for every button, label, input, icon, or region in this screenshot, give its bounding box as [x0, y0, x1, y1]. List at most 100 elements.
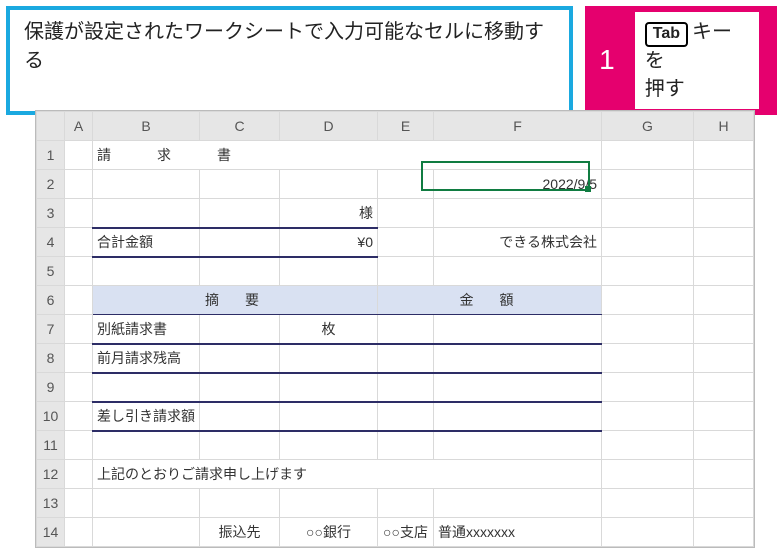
- cell-A14[interactable]: [65, 518, 93, 547]
- cell-C2[interactable]: [200, 170, 280, 199]
- cell-G4[interactable]: [602, 228, 694, 257]
- cell-H9[interactable]: [694, 373, 754, 402]
- row-header-9[interactable]: 9: [37, 373, 65, 402]
- cell-D8[interactable]: [280, 344, 378, 373]
- cell-D2[interactable]: [280, 170, 378, 199]
- cell-H4[interactable]: [694, 228, 754, 257]
- cell-A13[interactable]: [65, 489, 93, 518]
- cell-F8[interactable]: [434, 344, 602, 373]
- cell-F2-date[interactable]: 2022/9/5: [434, 170, 602, 199]
- cell-F11[interactable]: [434, 431, 602, 460]
- cell-D11[interactable]: [280, 431, 378, 460]
- cell-G14[interactable]: [602, 518, 694, 547]
- cell-G3[interactable]: [602, 199, 694, 228]
- col-header-H[interactable]: H: [694, 112, 754, 141]
- cell-A9[interactable]: [65, 373, 93, 402]
- section-header-desc[interactable]: 摘 要: [93, 286, 378, 315]
- cell-B9[interactable]: [93, 373, 200, 402]
- cell-B3[interactable]: [93, 199, 200, 228]
- cell-G8[interactable]: [602, 344, 694, 373]
- cell-D7[interactable]: 枚: [280, 315, 378, 344]
- cell-G2[interactable]: [602, 170, 694, 199]
- cell-C4[interactable]: [200, 228, 280, 257]
- col-header-E[interactable]: E: [378, 112, 434, 141]
- cell-A2[interactable]: [65, 170, 93, 199]
- cell-D3[interactable]: 様: [280, 199, 378, 228]
- cell-C14[interactable]: 振込先: [200, 518, 280, 547]
- cell-G13[interactable]: [602, 489, 694, 518]
- row-header-1[interactable]: 1: [37, 141, 65, 170]
- cell-G11[interactable]: [602, 431, 694, 460]
- cell-B13[interactable]: [93, 489, 200, 518]
- cell-F14[interactable]: 普通xxxxxxx: [434, 518, 602, 547]
- cell-H3[interactable]: [694, 199, 754, 228]
- cell-H8[interactable]: [694, 344, 754, 373]
- select-all-corner[interactable]: [37, 112, 65, 141]
- cell-E13[interactable]: [378, 489, 434, 518]
- cell-E8[interactable]: [378, 344, 434, 373]
- cell-G1[interactable]: [602, 141, 694, 170]
- col-header-B[interactable]: B: [93, 112, 200, 141]
- cell-B2[interactable]: [93, 170, 200, 199]
- row-header-14[interactable]: 14: [37, 518, 65, 547]
- cell-E9[interactable]: [378, 373, 434, 402]
- cell-title[interactable]: 請 求 書: [93, 141, 602, 170]
- row-header-3[interactable]: 3: [37, 199, 65, 228]
- cell-E7[interactable]: [378, 315, 434, 344]
- col-header-A[interactable]: A: [65, 112, 93, 141]
- cell-A4[interactable]: [65, 228, 93, 257]
- row-header-5[interactable]: 5: [37, 257, 65, 286]
- cell-A12[interactable]: [65, 460, 93, 489]
- cell-B7[interactable]: 別紙請求書: [93, 315, 200, 344]
- cell-A6[interactable]: [65, 286, 93, 315]
- cell-C13[interactable]: [200, 489, 280, 518]
- cell-D9[interactable]: [280, 373, 378, 402]
- cell-A3[interactable]: [65, 199, 93, 228]
- cell-C10[interactable]: [200, 402, 280, 431]
- col-header-D[interactable]: D: [280, 112, 378, 141]
- row-header-12[interactable]: 12: [37, 460, 65, 489]
- cell-H12[interactable]: [694, 460, 754, 489]
- cell-F10[interactable]: [434, 402, 602, 431]
- cell-C3[interactable]: [200, 199, 280, 228]
- cell-F4-company[interactable]: できる株式会社: [434, 228, 602, 257]
- cell-G10[interactable]: [602, 402, 694, 431]
- col-header-C[interactable]: C: [200, 112, 280, 141]
- cell-E10[interactable]: [378, 402, 434, 431]
- cell-A7[interactable]: [65, 315, 93, 344]
- cell-H1[interactable]: [694, 141, 754, 170]
- cell-B11[interactable]: [93, 431, 200, 460]
- worksheet[interactable]: A B C D E F G H 1 請 求 書 2 2022/9/5: [35, 110, 755, 548]
- cell-E5[interactable]: [378, 257, 434, 286]
- cell-C11[interactable]: [200, 431, 280, 460]
- cell-H6[interactable]: [694, 286, 754, 315]
- cell-B4-total-label[interactable]: 合計金額: [93, 228, 200, 257]
- cell-A11[interactable]: [65, 431, 93, 460]
- cell-H14[interactable]: [694, 518, 754, 547]
- cell-G7[interactable]: [602, 315, 694, 344]
- cell-G9[interactable]: [602, 373, 694, 402]
- cell-D10[interactable]: [280, 402, 378, 431]
- cell-C5[interactable]: [200, 257, 280, 286]
- cell-F13[interactable]: [434, 489, 602, 518]
- cell-G12[interactable]: [602, 460, 694, 489]
- cell-H2[interactable]: [694, 170, 754, 199]
- row-header-7[interactable]: 7: [37, 315, 65, 344]
- row-header-11[interactable]: 11: [37, 431, 65, 460]
- cell-B10[interactable]: 差し引き請求額: [93, 402, 200, 431]
- cell-A10[interactable]: [65, 402, 93, 431]
- cell-H13[interactable]: [694, 489, 754, 518]
- row-header-10[interactable]: 10: [37, 402, 65, 431]
- cell-C7[interactable]: [200, 315, 280, 344]
- cell-D4-total[interactable]: ¥0: [280, 228, 378, 257]
- section-header-amount[interactable]: 金 額: [378, 286, 602, 315]
- cell-F5[interactable]: [434, 257, 602, 286]
- row-header-13[interactable]: 13: [37, 489, 65, 518]
- cell-C9[interactable]: [200, 373, 280, 402]
- cell-A1[interactable]: [65, 141, 93, 170]
- cell-E14[interactable]: ○○支店: [378, 518, 434, 547]
- cell-H11[interactable]: [694, 431, 754, 460]
- cell-D13[interactable]: [280, 489, 378, 518]
- cell-B12-note[interactable]: 上記のとおりご請求申し上げます: [93, 460, 602, 489]
- row-header-4[interactable]: 4: [37, 228, 65, 257]
